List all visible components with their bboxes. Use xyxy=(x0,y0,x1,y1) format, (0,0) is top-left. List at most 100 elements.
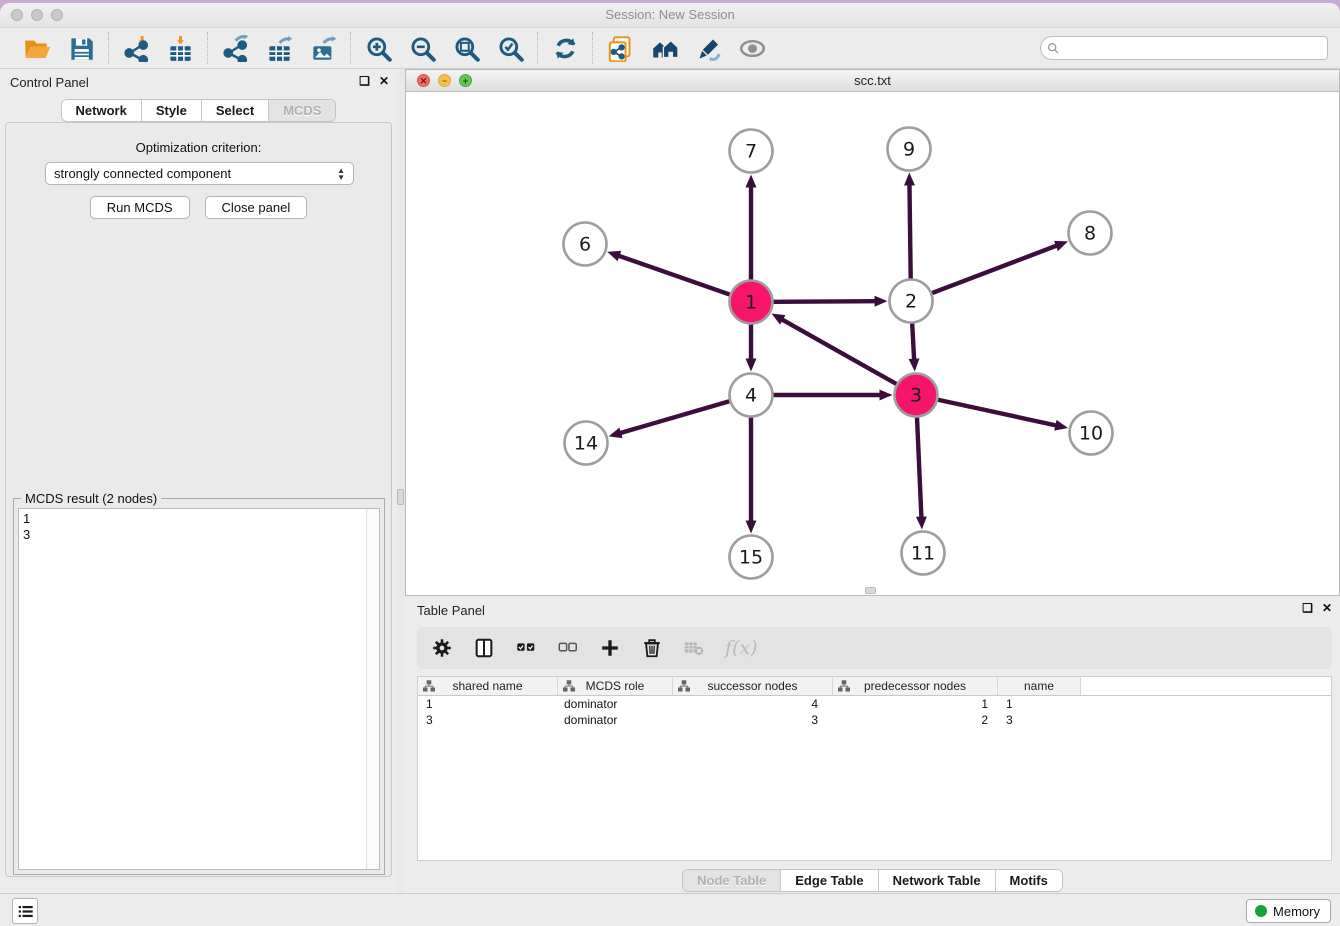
tab-style[interactable]: Style xyxy=(142,100,202,121)
app-window: Session: New Session Control Panel ❑ ✕ N… xyxy=(0,3,1340,926)
close-panel-button[interactable]: Close panel xyxy=(205,196,308,219)
mcds-result-text[interactable]: 1 3 xyxy=(18,508,380,870)
node-label-2: 2 xyxy=(905,291,917,313)
cell[interactable]: 3 xyxy=(673,712,833,728)
edge-3-11[interactable] xyxy=(917,417,921,517)
table-row-2[interactable]: 3dominator323 xyxy=(418,712,1331,728)
edge-3-1[interactable] xyxy=(782,319,896,384)
memory-label: Memory xyxy=(1273,904,1320,919)
node-label-10: 10 xyxy=(1079,423,1103,445)
cell[interactable]: 2 xyxy=(833,712,998,728)
mcds-result-title: MCDS result (2 nodes) xyxy=(21,491,161,506)
cell[interactable]: 3 xyxy=(998,712,1081,728)
network-graph[interactable]: 7968124314101511 xyxy=(406,93,1340,597)
status-bar: Memory xyxy=(0,893,1340,926)
node-label-15: 15 xyxy=(739,547,763,569)
checked-boxes-icon[interactable] xyxy=(515,637,537,659)
main-toolbar xyxy=(0,28,1340,69)
network-import-icon[interactable] xyxy=(120,32,152,64)
trash-icon[interactable] xyxy=(641,637,663,659)
node-label-14: 14 xyxy=(574,433,598,455)
main-titlebar: Session: New Session xyxy=(0,3,1340,28)
zoom-fit-icon[interactable] xyxy=(450,32,482,64)
float-table-panel-icon[interactable]: ❑ xyxy=(1302,602,1313,615)
table-panel-title: Table Panel xyxy=(417,603,485,618)
edge-4-14[interactable] xyxy=(620,401,729,433)
edge-2-8[interactable] xyxy=(932,246,1057,293)
refresh-icon[interactable] xyxy=(549,32,581,64)
column-header-predecessor-nodes[interactable]: predecessor nodes xyxy=(833,677,998,695)
column-split-icon[interactable] xyxy=(473,637,495,659)
run-mcds-button[interactable]: Run MCDS xyxy=(90,196,190,219)
edge-1-2[interactable] xyxy=(773,301,875,302)
close-panel-icon[interactable]: ✕ xyxy=(379,75,389,88)
search-box[interactable] xyxy=(1040,36,1328,60)
optimization-select[interactable]: strongly connected component ▲▼ xyxy=(45,162,354,185)
save-icon[interactable] xyxy=(65,32,97,64)
table-tabs: Node TableEdge TableNetwork TableMotifs xyxy=(405,869,1340,892)
node-label-8: 8 xyxy=(1084,223,1096,245)
memory-button[interactable]: Memory xyxy=(1246,899,1331,923)
table-export-icon[interactable] xyxy=(263,32,295,64)
table-import-icon[interactable] xyxy=(164,32,196,64)
cell[interactable]: 1 xyxy=(418,696,558,712)
list-icon xyxy=(17,903,34,920)
tab-select[interactable]: Select xyxy=(202,100,269,121)
houses-icon[interactable] xyxy=(648,32,680,64)
image-export-icon[interactable] xyxy=(307,32,339,64)
mcds-panel: Optimization criterion: strongly connect… xyxy=(5,122,392,877)
folder-open-icon[interactable] xyxy=(21,32,53,64)
brush-icon[interactable] xyxy=(692,32,724,64)
plus-icon[interactable] xyxy=(599,637,621,659)
gear-icon[interactable] xyxy=(431,637,453,659)
column-header-name[interactable]: name xyxy=(998,677,1081,695)
network-export-icon[interactable] xyxy=(219,32,251,64)
optimization-label: Optimization criterion: xyxy=(6,140,391,155)
network-canvas[interactable]: 7968124314101511 xyxy=(406,93,1339,595)
float-panel-icon[interactable]: ❑ xyxy=(359,75,370,88)
zoom-out-icon[interactable] xyxy=(406,32,438,64)
network-view-window: ✕ − + scc.txt 7968124314101511 xyxy=(405,69,1340,596)
cell[interactable]: 1 xyxy=(998,696,1081,712)
splitter-handle[interactable] xyxy=(397,489,404,505)
cell[interactable]: 1 xyxy=(833,696,998,712)
zoom-in-icon[interactable] xyxy=(362,32,394,64)
table-row-1[interactable]: 1dominator411 xyxy=(418,696,1331,712)
unchecked-boxes-icon[interactable] xyxy=(557,637,579,659)
mcds-result-box: MCDS result (2 nodes) 1 3 xyxy=(13,498,385,875)
function-builder-icon: f(x) xyxy=(725,637,758,659)
table-header-row: shared nameMCDS rolesuccessor nodesprede… xyxy=(418,677,1331,696)
node-label-11: 11 xyxy=(911,543,935,565)
search-input[interactable] xyxy=(1064,41,1321,55)
document-share-icon[interactable] xyxy=(604,32,636,64)
tab-network[interactable]: Network xyxy=(62,100,142,121)
zoom-selected-icon[interactable] xyxy=(494,32,526,64)
column-header-successor-nodes[interactable]: successor nodes xyxy=(673,677,833,695)
table-tab-node-table[interactable]: Node Table xyxy=(683,870,781,891)
horizontal-splitter-handle[interactable] xyxy=(865,587,876,594)
cell[interactable]: 4 xyxy=(673,696,833,712)
column-header-shared-name[interactable]: shared name xyxy=(418,677,558,695)
edge-2-9[interactable] xyxy=(909,184,910,278)
table-tab-edge-table[interactable]: Edge Table xyxy=(781,870,878,891)
edge-2-3[interactable] xyxy=(912,323,914,359)
main-content: Control Panel ❑ ✕ NetworkStyleSelectMCDS… xyxy=(0,69,1340,893)
column-header-MCDS-role[interactable]: MCDS role xyxy=(558,677,673,695)
node-label-1: 1 xyxy=(745,292,757,314)
table-panel-header: Table Panel ❑ ✕ xyxy=(405,596,1340,624)
task-history-button[interactable] xyxy=(12,898,38,924)
vertical-splitter[interactable] xyxy=(397,69,405,893)
tab-mcds[interactable]: MCDS xyxy=(269,100,335,121)
cell[interactable]: 3 xyxy=(418,712,558,728)
cell[interactable]: dominator xyxy=(558,712,673,728)
table-tab-motifs[interactable]: Motifs xyxy=(996,870,1062,891)
edge-1-6[interactable] xyxy=(619,256,730,295)
edge-3-10[interactable] xyxy=(938,400,1056,426)
close-table-panel-icon[interactable]: ✕ xyxy=(1322,602,1332,615)
cell[interactable]: dominator xyxy=(558,696,673,712)
node-label-4: 4 xyxy=(745,385,757,407)
node-label-9: 9 xyxy=(903,139,915,161)
result-scrollbar[interactable] xyxy=(366,509,379,869)
table-tab-network-table[interactable]: Network Table xyxy=(879,870,996,891)
eye-icon[interactable] xyxy=(736,32,768,64)
